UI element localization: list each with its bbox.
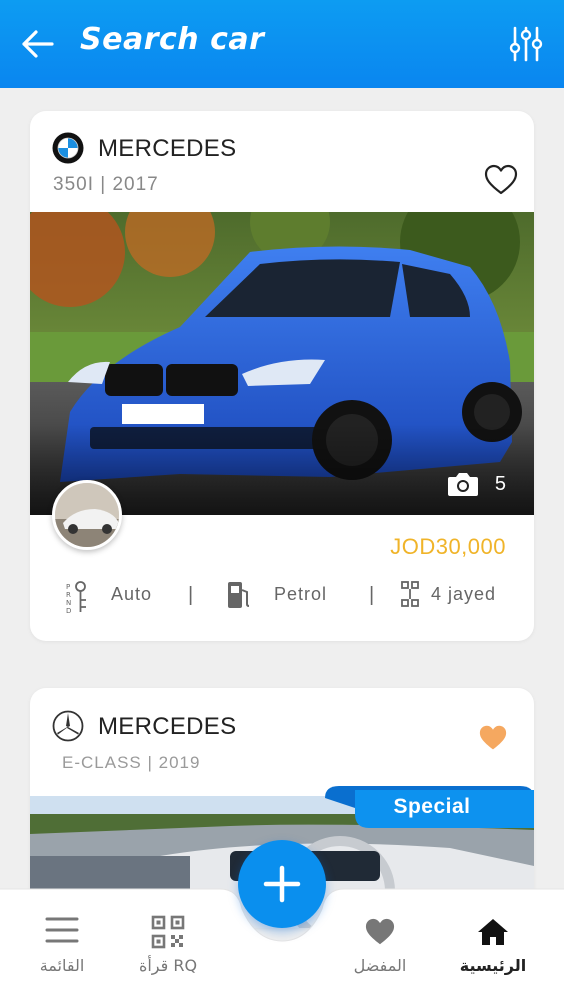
nav-item-home[interactable]: الرئيسية <box>448 917 538 975</box>
menu-icon <box>45 917 79 943</box>
photo-count[interactable]: 5 <box>447 471 506 497</box>
mercedes-logo-icon <box>52 710 84 742</box>
heart-icon <box>365 918 395 945</box>
add-car-button[interactable] <box>238 840 326 928</box>
fuel-pump-icon <box>228 582 250 608</box>
filter-button[interactable] <box>506 24 546 64</box>
car-model-year: E-CLASS | 2019 <box>62 753 201 772</box>
nav-item-qr[interactable]: قرأة RQ <box>128 915 208 975</box>
heart-outline-icon <box>484 164 518 195</box>
favorite-button[interactable] <box>484 164 518 196</box>
camera-icon <box>447 473 478 496</box>
gear-shift-icon: PRND <box>66 581 86 614</box>
home-icon <box>478 919 508 945</box>
bmw-logo-icon <box>52 132 84 164</box>
car-price: JOD30,000 <box>390 534 506 559</box>
car-listing-card[interactable]: MERCEDES 350I | 2017 5 JOD30,000 P R N D… <box>30 111 534 641</box>
car-specs: PRND Auto | Petrol | 4 jayed <box>30 576 534 616</box>
svg-text:N: N <box>66 599 71 607</box>
arrow-left-icon <box>22 30 54 58</box>
car-brand: MERCEDES <box>98 135 237 162</box>
app-header: Search car <box>0 0 564 88</box>
car-photo[interactable]: 5 <box>30 212 534 515</box>
special-badge-label: Special <box>393 795 471 818</box>
seat-dimension-icon <box>401 581 419 607</box>
spec-seats: 4 jayed <box>431 584 497 604</box>
photo-count-value: 5 <box>494 472 506 495</box>
svg-text:R: R <box>66 591 71 599</box>
nav-item-favorites[interactable]: المفضل <box>340 917 420 975</box>
nav-label-home: الرئيسية <box>459 956 527 975</box>
sliders-icon <box>509 26 543 62</box>
spec-fuel: Petrol <box>274 584 328 604</box>
qr-code-icon <box>151 915 185 949</box>
favorite-button[interactable] <box>478 724 512 756</box>
dealer-logo <box>55 483 119 547</box>
car-brand: MERCEDES <box>98 713 237 740</box>
spec-transmission: Auto <box>111 584 153 604</box>
dealer-avatar[interactable] <box>52 480 122 550</box>
car-model-year: 350I | 2017 <box>53 174 159 195</box>
heart-filled-icon <box>479 725 507 750</box>
car-image <box>30 212 534 515</box>
back-button[interactable] <box>18 24 58 64</box>
svg-text:P: P <box>66 583 70 591</box>
spec-divider: | <box>188 584 194 606</box>
page-title: Search car <box>80 22 265 57</box>
nav-label-qr: قرأة RQ <box>138 956 198 975</box>
plus-icon <box>263 865 301 903</box>
nav-label-menu: القائمة <box>39 956 85 975</box>
spec-divider: | <box>369 584 375 606</box>
svg-text:D: D <box>66 607 71 614</box>
nav-item-menu[interactable]: القائمة <box>22 915 102 975</box>
nav-label-favorites: المفضل <box>353 956 407 975</box>
